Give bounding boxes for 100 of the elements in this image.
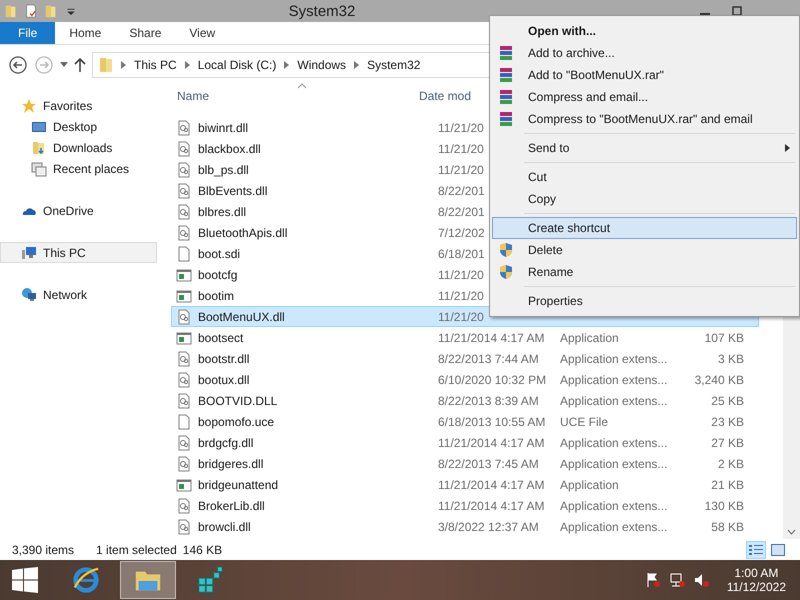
sidebar-item[interactable]: Recent places [0,158,157,179]
file-row[interactable]: bridgeres.dll 8/22/2013 7:45 AM Application extens... 2 KB [171,453,759,474]
file-name: blb_ps.dll [198,162,250,176]
file-row[interactable]: BrokerLib.dll 11/21/2014 4:17 AM Application extens... 130 KB [171,495,759,516]
date-cell-text: 6/18/2013 10:55 AM [438,414,546,428]
file-name: blbres.dll [198,204,248,218]
file-row[interactable]: bridgeunattend 11/21/2014 4:17 AM Application 21 KB [171,474,759,495]
flag-icon[interactable] [644,572,661,588]
file-name: bridgeres.dll [198,456,264,470]
dll-file-icon [176,140,192,156]
program-window-icon [176,476,192,492]
menu-item[interactable]: Compress and email... [492,86,797,108]
dll-file-icon [176,434,192,450]
date-cell-text: 11/21/2014 4:17 AM [438,436,546,450]
ribbon-tab[interactable]: View [175,22,230,44]
column-header[interactable]: Date mod [419,89,472,103]
menu-item[interactable]: Open with... [492,20,797,42]
dll-file-icon [176,204,192,220]
date-cell: 6/18/201 [438,246,485,260]
folder-icon [99,57,113,73]
sidebar-item[interactable]: Network [0,284,157,305]
breadcrumb-item[interactable]: System32 [367,58,420,72]
picture-view-icon [771,544,785,556]
ribbon-tab[interactable]: File [0,22,56,44]
dll-file-icon [176,350,192,366]
file-name: bootsect [198,330,244,344]
chevron-icon[interactable] [284,61,290,69]
date-cell-text: 8/22/2013 8:39 AM [438,394,540,408]
browser-e-icon [71,565,101,595]
file-name: bootcfg [198,268,238,282]
file-row[interactable]: brdgcfg.dll 11/21/2014 4:17 AM Application extens... 27 KB [171,432,759,453]
dll-file-icon [176,518,192,534]
sidebar-item[interactable]: OneDrive [0,200,157,221]
archive-books-icon [498,67,514,83]
menu-item[interactable]: Cut [492,166,797,188]
up-arrow-icon[interactable] [74,58,86,72]
dll-file-icon [176,372,192,388]
clock-date[interactable]: 11/12/2022 [726,580,786,594]
sidebar-item[interactable]: Downloads [0,137,157,158]
recent-places-icon [31,160,47,176]
ribbon-tab[interactable]: Share [115,22,176,44]
view-button[interactable] [768,541,788,559]
program-window-icon [176,266,192,282]
type-cell-text: Application extens... [560,372,668,386]
file-row[interactable]: bopomofo.uce 6/18/2013 10:55 AM UCE File 23 KB [171,411,759,432]
archive-books-icon [498,89,514,105]
chevron-icon[interactable] [121,61,126,69]
sidebar-item[interactable]: This PC [0,242,157,263]
details-view-icon [749,544,763,556]
menu-item[interactable]: Rename [492,261,797,283]
menu-item[interactable]: Compress to "BootMenuUX.rar" and email [492,108,797,130]
document-check-icon[interactable] [24,4,38,18]
clock-time[interactable]: 1:00 AM [734,566,778,580]
menu-item[interactable]: Delete [492,239,797,261]
file-name: bopomofo.uce [198,414,276,428]
breadcrumb-item[interactable]: Windows [297,58,346,72]
breadcrumb-item[interactable]: This PC [134,58,177,72]
column-header[interactable]: Name [157,89,419,103]
file-row[interactable]: bootsect 11/21/2014 4:17 AM Application 107 KB [171,327,759,348]
menu-item[interactable]: Create shortcut [492,217,797,239]
folder-arrow-icon [31,140,47,156]
scroll-down-icon[interactable] [787,529,796,535]
selection-size: 146 KB [182,543,222,557]
breadcrumb-item[interactable]: Local Disk (C:) [198,58,276,72]
shield-icon [498,264,514,280]
file-name: browcli.dll [198,520,252,534]
menu-item[interactable]: Copy [492,188,797,210]
chevron-icon[interactable] [354,61,360,69]
date-cell-text: 6/10/2020 10:32 PM [438,372,548,386]
file-name: bootstr.dll [198,352,250,366]
sidebar-item[interactable]: Favorites [0,95,157,116]
date-cell: 8/22/201 [438,204,485,218]
file-row[interactable]: browcli.dll 3/8/2022 12:37 AM Application extens... 58 KB [171,516,759,537]
archive-books-icon [498,111,514,127]
network-icon[interactable] [668,572,685,588]
size-cell-text: 130 KB [704,498,744,512]
file-name: boot.sdi [198,246,242,260]
dll-file-icon [176,498,192,514]
back-icon[interactable] [8,55,28,75]
computer-icon [21,244,37,260]
windows-logo-icon [12,567,38,593]
ribbon-tab[interactable]: Home [55,22,116,44]
type-cell-text: Application extens... [560,352,668,366]
file-name: bootim [198,288,236,302]
blank-file-icon [176,414,192,430]
size-cell-text: 21 KB [710,478,744,492]
type-cell-text: Application [560,330,620,344]
shield-icon [498,242,514,258]
file-row[interactable]: BOOTVID.DLL 8/22/2013 8:39 AM Application extens... 25 KB [171,390,759,411]
item-count: 3,390 items [12,543,74,557]
dropdown-caret-icon[interactable] [60,62,68,68]
file-name: BlbEvents.dll [198,184,268,198]
taskbar-app-button[interactable] [120,561,176,599]
sidebar-item[interactable]: Desktop [0,116,157,137]
view-button[interactable] [746,541,766,559]
file-row[interactable]: bootux.dll 6/10/2020 10:32 PM Application extens... 3,240 KB [171,369,759,390]
menu-item[interactable]: Send to [492,137,797,159]
chevron-icon[interactable] [184,61,190,69]
muted-speaker-icon[interactable] [692,572,709,588]
file-row[interactable]: bootstr.dll 8/22/2013 7:44 AM Application extens... 3 KB [171,348,759,369]
